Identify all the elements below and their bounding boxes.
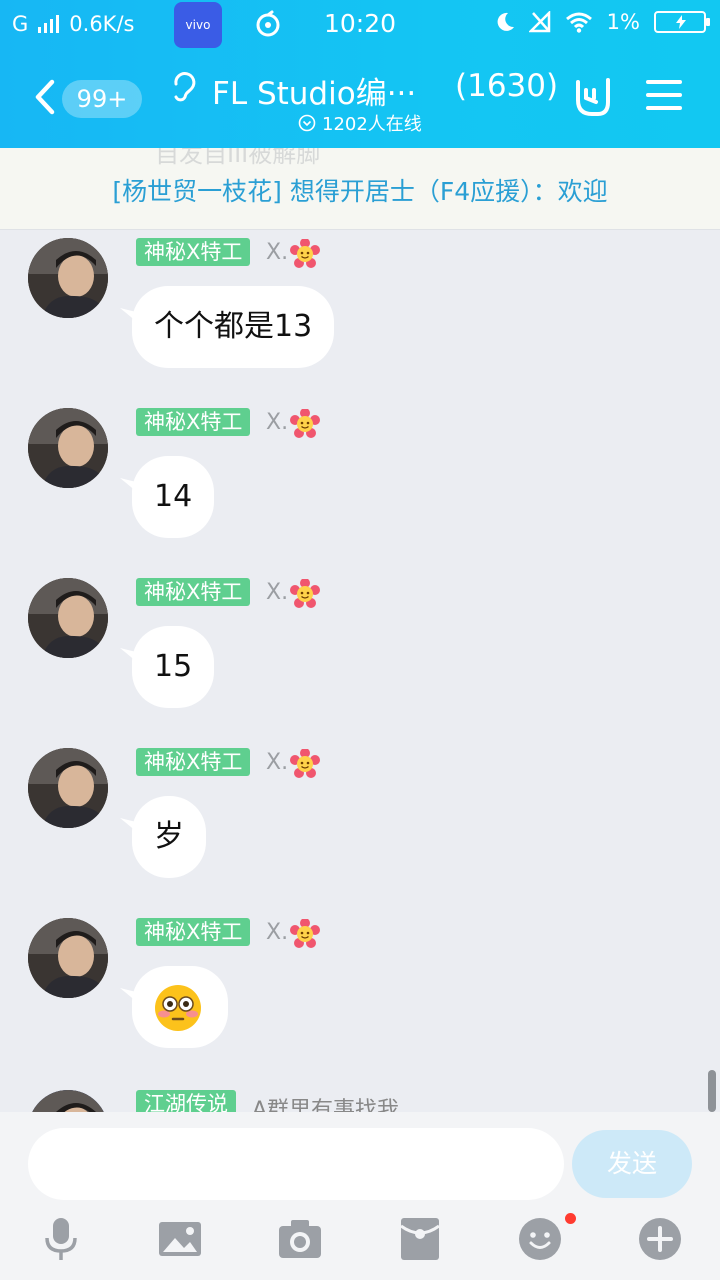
flower-emoji-icon [290,919,320,948]
member-title-tag: 神秘X特工 [136,748,251,776]
avatar[interactable] [28,238,108,318]
announcement-ghost-text: 自发自III被解脚 [155,148,321,168]
camera-icon[interactable] [277,1216,323,1262]
input-toolbar [0,1216,720,1272]
unread-badge[interactable]: 99+ [62,80,142,118]
member-title-tag: 神秘X特工 [136,918,251,946]
avatar[interactable] [28,748,108,828]
flower-emoji-icon [290,239,320,268]
ear-icon[interactable] [170,70,198,104]
message-bubble[interactable]: 14 [132,456,215,538]
battery-percent: 1% [606,10,640,34]
no-signal-icon [528,11,550,33]
member-count: (1630) [455,68,559,104]
send-button[interactable]: 发送 [572,1130,692,1198]
wifi-icon [565,12,592,33]
back-icon[interactable] [30,76,60,118]
avatar[interactable] [28,918,108,998]
avatar[interactable] [28,408,108,488]
member-title-tag: 神秘X特工 [136,238,251,266]
avatar[interactable] [28,578,108,658]
announcement-bar[interactable]: 自发自III被解脚 [杨世贸一枝花] 想得开居士（F4应援）：欢迎 [0,148,720,230]
member-nickname[interactable]: X. [266,580,288,605]
rock-hand-icon[interactable] [572,74,614,118]
moon-icon [497,12,514,31]
member-nickname[interactable]: X. [266,240,288,265]
announcement-text: [杨世贸一枝花] 想得开居士（F4应援）：欢迎 [112,177,608,206]
plus-icon[interactable] [637,1216,683,1262]
scrollbar[interactable] [708,1070,716,1112]
red-packet-icon[interactable] [397,1216,443,1262]
image-icon[interactable] [157,1216,203,1262]
flower-emoji-icon [290,579,320,608]
notification-dot [565,1213,576,1224]
chat-header: G 0.6K/s vivo 10:20 1% 99+ FL Studio编···… [0,0,720,148]
online-count: 1202人在线 [322,114,422,135]
online-status[interactable]: 1202人在线 [298,110,422,136]
member-nickname[interactable]: X. [266,920,288,945]
battery-icon [654,11,710,33]
message-bubble[interactable]: 15 [132,626,215,708]
emoji-icon[interactable] [517,1216,563,1262]
microphone-icon[interactable] [38,1216,84,1262]
message-bubble[interactable] [132,966,228,1048]
flushed-face-icon [155,985,201,1031]
chevron-down-circle-icon [298,114,316,132]
member-nickname[interactable]: X. [266,750,288,775]
menu-icon[interactable] [646,80,682,112]
member-nickname[interactable]: X. [266,410,288,435]
member-title-tag: 神秘X特工 [136,578,251,606]
message-bubble[interactable]: 岁 [132,796,206,878]
status-bar: G 0.6K/s vivo 10:20 1% [0,0,720,50]
group-title[interactable]: FL Studio编··· [212,68,416,113]
composer-area: 发送 [0,1112,720,1280]
flower-emoji-icon [290,749,320,778]
message-input[interactable] [28,1128,564,1200]
member-title-tag: 神秘X特工 [136,408,251,436]
message-bubble[interactable]: 个个都是13 [132,286,335,368]
flower-emoji-icon [290,409,320,438]
